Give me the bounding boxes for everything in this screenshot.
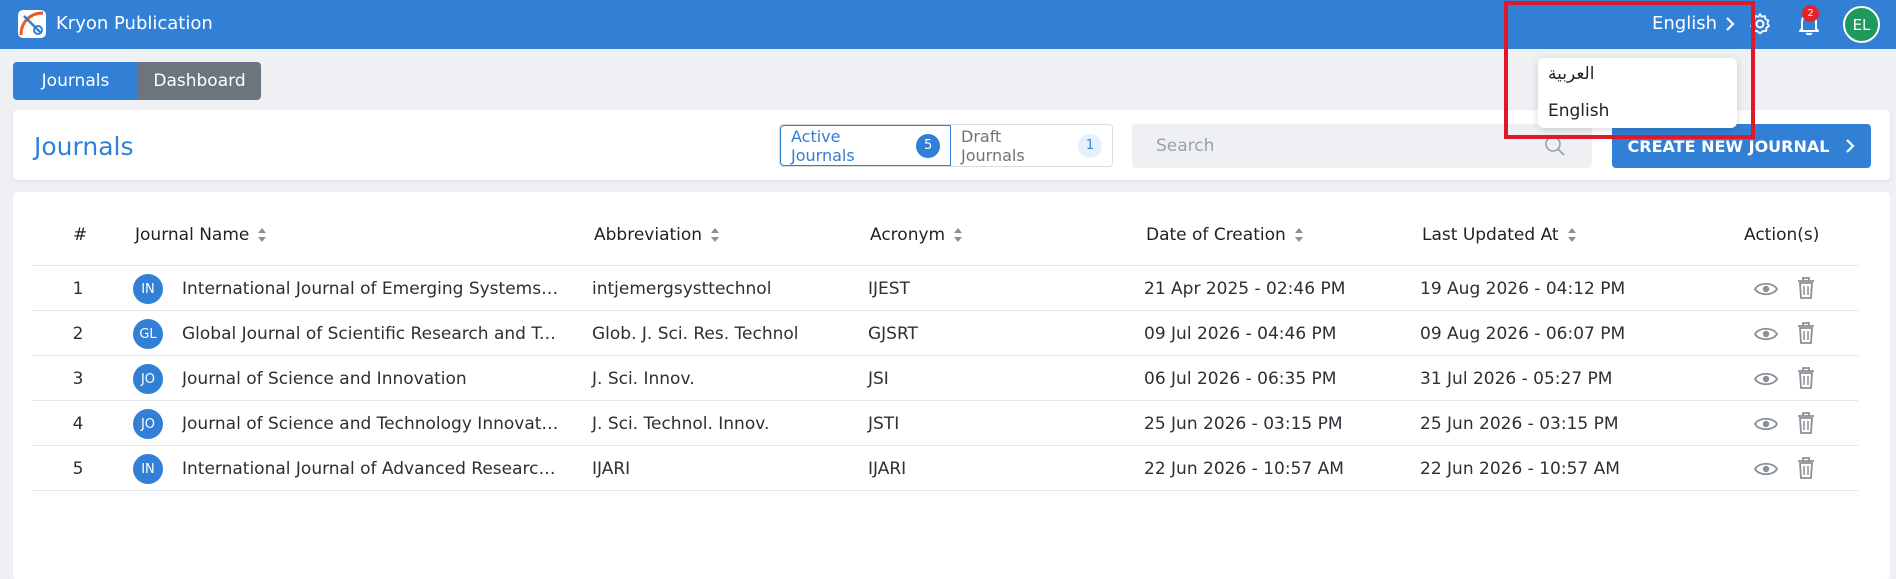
- sort-icon: [954, 228, 963, 242]
- page-title: Journals: [34, 132, 134, 161]
- last-updated: 19 Aug 2026 - 04:12 PM: [1420, 279, 1626, 299]
- row-number: 4: [72, 414, 84, 434]
- sort-icon: [711, 228, 720, 242]
- language-dropdown: العربية English: [1538, 58, 1737, 128]
- row-number: 2: [72, 324, 84, 344]
- abbreviation: Glob. J. Sci. Res. Technol: [592, 324, 799, 344]
- search-icon: [1545, 136, 1565, 156]
- journal-avatar: IN: [133, 454, 163, 484]
- row-number: 1: [72, 279, 84, 299]
- journal-name: Global Journal of Scientific Research an…: [182, 324, 562, 344]
- date-of-creation: 21 Apr 2025 - 02:46 PM: [1144, 279, 1346, 299]
- tab-journals[interactable]: Journals: [13, 62, 138, 100]
- app-logo-icon: [18, 10, 46, 38]
- filter-label: Draft Journals: [961, 126, 1025, 165]
- column-label: Action(s): [1744, 225, 1820, 245]
- user-avatar[interactable]: EL: [1843, 6, 1880, 43]
- row-number: 5: [72, 459, 84, 479]
- create-journal-button[interactable]: CREATE NEW JOURNAL: [1612, 124, 1871, 168]
- acronym: IJARI: [868, 459, 907, 479]
- view-icon[interactable]: [1754, 459, 1778, 479]
- abbreviation: J. Sci. Innov.: [592, 369, 695, 389]
- table-row: 4 JO Journal of Science and Technology I…: [33, 401, 1858, 446]
- sort-icon: [1567, 228, 1576, 242]
- sort-icon: [1294, 228, 1303, 242]
- column-header-acronym[interactable]: Acronym: [870, 225, 963, 245]
- delete-icon[interactable]: [1796, 366, 1816, 390]
- create-journal-label: CREATE NEW JOURNAL: [1627, 136, 1830, 156]
- journal-name: International Journal of Advanced Resear…: [182, 459, 562, 479]
- view-icon[interactable]: [1754, 414, 1778, 434]
- last-updated: 09 Aug 2026 - 06:07 PM: [1420, 324, 1626, 344]
- column-header-journal-name[interactable]: Journal Name: [135, 225, 267, 245]
- journals-table: # Journal Name Abbreviation Acronym Date…: [13, 192, 1890, 579]
- language-selector[interactable]: English: [1652, 13, 1735, 34]
- acronym: JSI: [868, 369, 889, 389]
- journal-name: Journal of Science and Innovation: [182, 369, 467, 389]
- last-updated: 31 Jul 2026 - 05:27 PM: [1420, 369, 1613, 389]
- chevron-right-icon: [1726, 16, 1735, 31]
- journal-avatar: JO: [133, 364, 163, 394]
- language-label: English: [1652, 13, 1717, 34]
- search-input[interactable]: [1132, 124, 1592, 168]
- column-header-number: #: [73, 225, 87, 245]
- language-option-english[interactable]: English: [1548, 101, 1609, 121]
- app-title: Kryon Publication: [56, 13, 213, 34]
- date-of-creation: 06 Jul 2026 - 06:35 PM: [1144, 369, 1337, 389]
- top-bar: Kryon Publication English 2 EL: [0, 0, 1896, 49]
- acronym: IJEST: [868, 279, 910, 299]
- journal-filter-group: Active Journals 5 Draft Journals 1: [779, 124, 1113, 167]
- delete-icon[interactable]: [1796, 276, 1816, 300]
- column-label: #: [73, 225, 88, 245]
- journal-avatar: JO: [133, 409, 163, 439]
- table-row: 5 IN International Journal of Advanced R…: [33, 446, 1858, 491]
- delete-icon[interactable]: [1796, 456, 1816, 480]
- sort-icon: [258, 228, 267, 242]
- filter-label: Active Journals: [791, 126, 855, 165]
- count-badge: 5: [916, 133, 940, 158]
- column-label: Abbreviation: [594, 225, 703, 245]
- view-icon[interactable]: [1754, 279, 1778, 299]
- table-row: 3 JO Journal of Science and Innovation J…: [33, 356, 1858, 401]
- journal-name: Journal of Science and Technology Innova…: [182, 414, 562, 434]
- last-updated: 22 Jun 2026 - 10:57 AM: [1420, 459, 1620, 479]
- column-label: Journal Name: [135, 225, 250, 245]
- column-label: Acronym: [870, 225, 946, 245]
- notification-badge: 2: [1802, 5, 1819, 22]
- journal-avatar: GL: [133, 319, 163, 349]
- last-updated: 25 Jun 2026 - 03:15 PM: [1420, 414, 1619, 434]
- view-icon[interactable]: [1754, 369, 1778, 389]
- column-label: Last Updated At: [1422, 225, 1559, 245]
- tab-dashboard[interactable]: Dashboard: [138, 62, 261, 100]
- journal-name: International Journal of Emerging System…: [182, 279, 562, 299]
- nav-tabs: Journals Dashboard: [13, 62, 261, 100]
- journal-avatar: IN: [133, 274, 163, 304]
- row-number: 3: [72, 369, 84, 389]
- column-header-date-of-creation[interactable]: Date of Creation: [1146, 225, 1304, 245]
- delete-icon[interactable]: [1796, 411, 1816, 435]
- gear-icon[interactable]: [1748, 12, 1772, 36]
- acronym: JSTI: [868, 414, 900, 434]
- table-row: 2 GL Global Journal of Scientific Resear…: [33, 311, 1858, 356]
- acronym: GJSRT: [868, 324, 918, 344]
- filter-active-journals[interactable]: Active Journals 5: [780, 125, 951, 166]
- delete-icon[interactable]: [1796, 321, 1816, 345]
- column-header-actions: Action(s): [1744, 225, 1819, 245]
- date-of-creation: 25 Jun 2026 - 03:15 PM: [1144, 414, 1343, 434]
- column-header-last-updated[interactable]: Last Updated At: [1422, 225, 1577, 245]
- table-row: 1 IN International Journal of Emerging S…: [33, 266, 1858, 311]
- chevron-right-icon: [1846, 139, 1856, 153]
- column-label: Date of Creation: [1146, 225, 1286, 245]
- date-of-creation: 22 Jun 2026 - 10:57 AM: [1144, 459, 1344, 479]
- language-option-arabic[interactable]: العربية: [1548, 64, 1594, 84]
- column-header-abbreviation[interactable]: Abbreviation: [594, 225, 720, 245]
- abbreviation: intjemergsysttechnol: [592, 279, 772, 299]
- abbreviation: IJARI: [592, 459, 631, 479]
- date-of-creation: 09 Jul 2026 - 04:46 PM: [1144, 324, 1337, 344]
- view-icon[interactable]: [1754, 324, 1778, 344]
- count-badge: 1: [1078, 133, 1102, 158]
- abbreviation: J. Sci. Technol. Innov.: [592, 414, 770, 434]
- filter-draft-journals[interactable]: Draft Journals 1: [951, 125, 1112, 166]
